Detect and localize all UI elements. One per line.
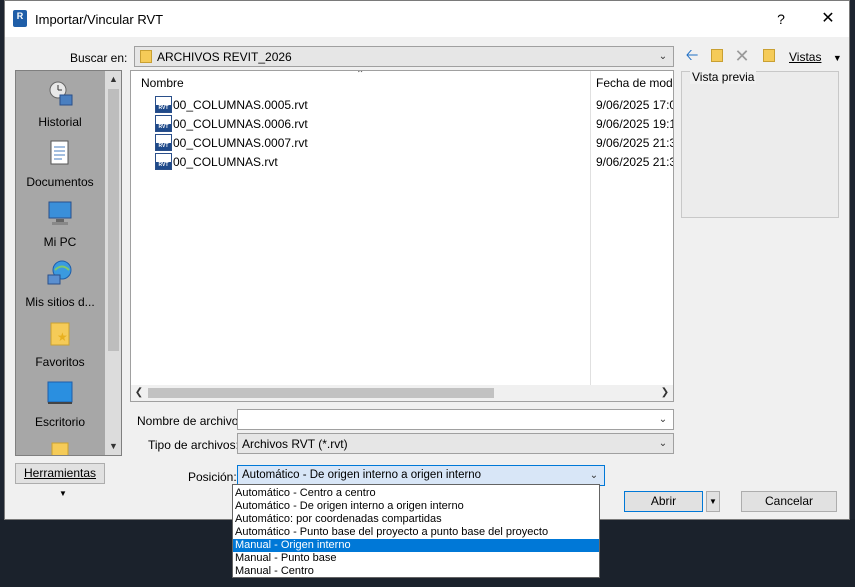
filename-input[interactable]: ⌄: [237, 409, 674, 430]
position-option[interactable]: Automático - De origen interno a origen …: [233, 500, 599, 513]
open-options-button[interactable]: ▼: [706, 491, 720, 512]
chevron-down-icon: ⌄: [589, 470, 599, 481]
filetype-select[interactable]: Archivos RVT (*.rvt) ⌄: [237, 433, 674, 454]
views-menu[interactable]: Vistas ▼: [789, 50, 842, 64]
filetype-label: Tipo de archivos:: [148, 438, 239, 452]
scroll-thumb[interactable]: [108, 89, 119, 351]
position-option[interactable]: Automático - Centro a centro: [233, 487, 599, 500]
new-folder-icon[interactable]: [760, 47, 778, 65]
position-dropdown-list[interactable]: Automático - Centro a centro Automático …: [232, 484, 600, 578]
tools-button[interactable]: Herramientas ▼: [15, 463, 105, 498]
favorites-icon: ★: [46, 319, 74, 347]
place-label: Historial: [38, 115, 82, 129]
caret-down-icon: ▼: [832, 53, 842, 63]
lookin-label: Buscar en:: [70, 51, 128, 65]
file-name: 00_COLUMNAS.0007.rvt: [173, 136, 308, 150]
file-row[interactable]: 00_COLUMNAS.0007.rvt 9/06/2025 21:32: [131, 133, 673, 152]
documents-icon: [46, 139, 74, 167]
up-folder-icon[interactable]: [708, 47, 726, 65]
close-button[interactable]: ✕: [813, 7, 843, 31]
chevron-down-icon: ⌄: [658, 51, 668, 62]
network-places-icon: [46, 259, 74, 287]
place-network[interactable]: Mis sitios d...: [16, 259, 104, 309]
file-row[interactable]: 00_COLUMNAS.rvt 9/06/2025 21:32: [131, 152, 673, 171]
place-documents[interactable]: Documentos: [16, 139, 104, 189]
place-label: Favoritos: [35, 355, 85, 369]
file-row[interactable]: 00_COLUMNAS.0005.rvt 9/06/2025 17:08: [131, 95, 673, 114]
file-name: 00_COLUMNAS.0005.rvt: [173, 98, 308, 112]
tools-label: Herramientas: [23, 466, 97, 480]
views-label: Vistas: [789, 50, 822, 64]
filetype-value: Archivos RVT (*.rvt): [242, 437, 348, 451]
file-date: 9/06/2025 21:32: [596, 155, 673, 169]
position-option[interactable]: Automático: por coordenadas compartidas: [233, 513, 599, 526]
chevron-down-icon[interactable]: ⌄: [655, 411, 671, 428]
scroll-left-icon[interactable]: ❮: [131, 385, 147, 401]
preview-label: Vista previa: [690, 70, 757, 84]
rvt-file-icon: [155, 115, 172, 132]
back-arrow-icon[interactable]: 🡠: [683, 47, 701, 65]
sort-caret-icon: ⌃: [356, 70, 365, 80]
place-history[interactable]: Historial: [16, 79, 104, 129]
cancel-button[interactable]: Cancelar: [741, 491, 837, 512]
place-desktop[interactable]: Escritorio: [16, 379, 104, 429]
preview-panel: Vista previa: [681, 70, 839, 218]
delete-icon[interactable]: ✕: [733, 47, 751, 65]
column-name-header[interactable]: Nombre: [141, 76, 184, 90]
place-label: Documentos: [26, 175, 94, 189]
position-label: Posición:: [188, 470, 237, 484]
place-label: Mi PC: [43, 235, 77, 249]
rvt-file-icon: [155, 134, 172, 151]
position-option[interactable]: Automático - Punto base del proyecto a p…: [233, 526, 599, 539]
svg-text:★: ★: [57, 330, 68, 344]
filename-label: Nombre de archivo:: [137, 414, 242, 428]
window-title: Importar/Vincular RVT: [35, 12, 164, 27]
lookin-combo[interactable]: ARCHIVOS REVIT_2026 ⌄: [134, 46, 674, 67]
caret-down-icon: ▼: [709, 497, 717, 506]
file-name: 00_COLUMNAS.rvt: [173, 155, 278, 169]
file-list[interactable]: ⌃ Nombre Fecha de modi 00_COLUMNAS.0005.…: [130, 70, 674, 402]
place-partial[interactable]: [16, 439, 104, 455]
places-sidebar: Historial Documentos Mi PC Mis sitios d.…: [15, 70, 122, 456]
title-bar[interactable]: R Importar/Vincular RVT ? ✕: [5, 1, 849, 37]
file-date: 9/06/2025 17:08: [596, 98, 673, 112]
position-option[interactable]: Manual - Centro: [233, 565, 599, 578]
desktop-icon: [46, 379, 74, 407]
file-date: 9/06/2025 19:10: [596, 117, 673, 131]
scroll-thumb[interactable]: [148, 388, 494, 398]
rvt-file-icon: [155, 96, 172, 113]
file-name: 00_COLUMNAS.0006.rvt: [173, 117, 308, 131]
position-select[interactable]: Automático - De origen interno a origen …: [237, 465, 605, 486]
scroll-right-icon[interactable]: ❯: [657, 385, 673, 401]
place-label: Mis sitios d...: [25, 295, 95, 309]
place-label: Escritorio: [34, 415, 85, 429]
position-option-selected[interactable]: Manual - Origen interno: [233, 539, 599, 552]
help-button[interactable]: ?: [766, 7, 796, 31]
rvt-file-icon: [155, 153, 172, 170]
scroll-up-icon[interactable]: ▲: [105, 71, 121, 88]
lookin-value: ARCHIVOS REVIT_2026: [157, 50, 292, 64]
sidebar-scrollbar[interactable]: ▲ ▼: [105, 71, 121, 455]
history-icon: [46, 79, 74, 107]
caret-down-icon: ▼: [59, 489, 67, 498]
import-link-dialog: R Importar/Vincular RVT ? ✕ Buscar en: A…: [4, 0, 850, 520]
position-option[interactable]: Manual - Punto base: [233, 552, 599, 565]
place-favorites[interactable]: ★ Favoritos: [16, 319, 104, 369]
file-row[interactable]: 00_COLUMNAS.0006.rvt 9/06/2025 19:10: [131, 114, 673, 133]
column-date-header[interactable]: Fecha de modi: [596, 76, 673, 90]
position-value: Automático - De origen interno a origen …: [242, 469, 482, 481]
computer-icon: [46, 199, 74, 227]
file-date: 9/06/2025 21:32: [596, 136, 673, 150]
scroll-down-icon[interactable]: ▼: [105, 438, 121, 455]
folder-icon: [140, 50, 152, 63]
revit-app-icon: R: [13, 10, 27, 27]
open-button[interactable]: Abrir: [624, 491, 703, 512]
folder-icon: [46, 439, 74, 455]
chevron-down-icon: ⌄: [658, 438, 668, 449]
place-mypc[interactable]: Mi PC: [16, 199, 104, 249]
horizontal-scrollbar[interactable]: ❮ ❯: [131, 385, 673, 401]
